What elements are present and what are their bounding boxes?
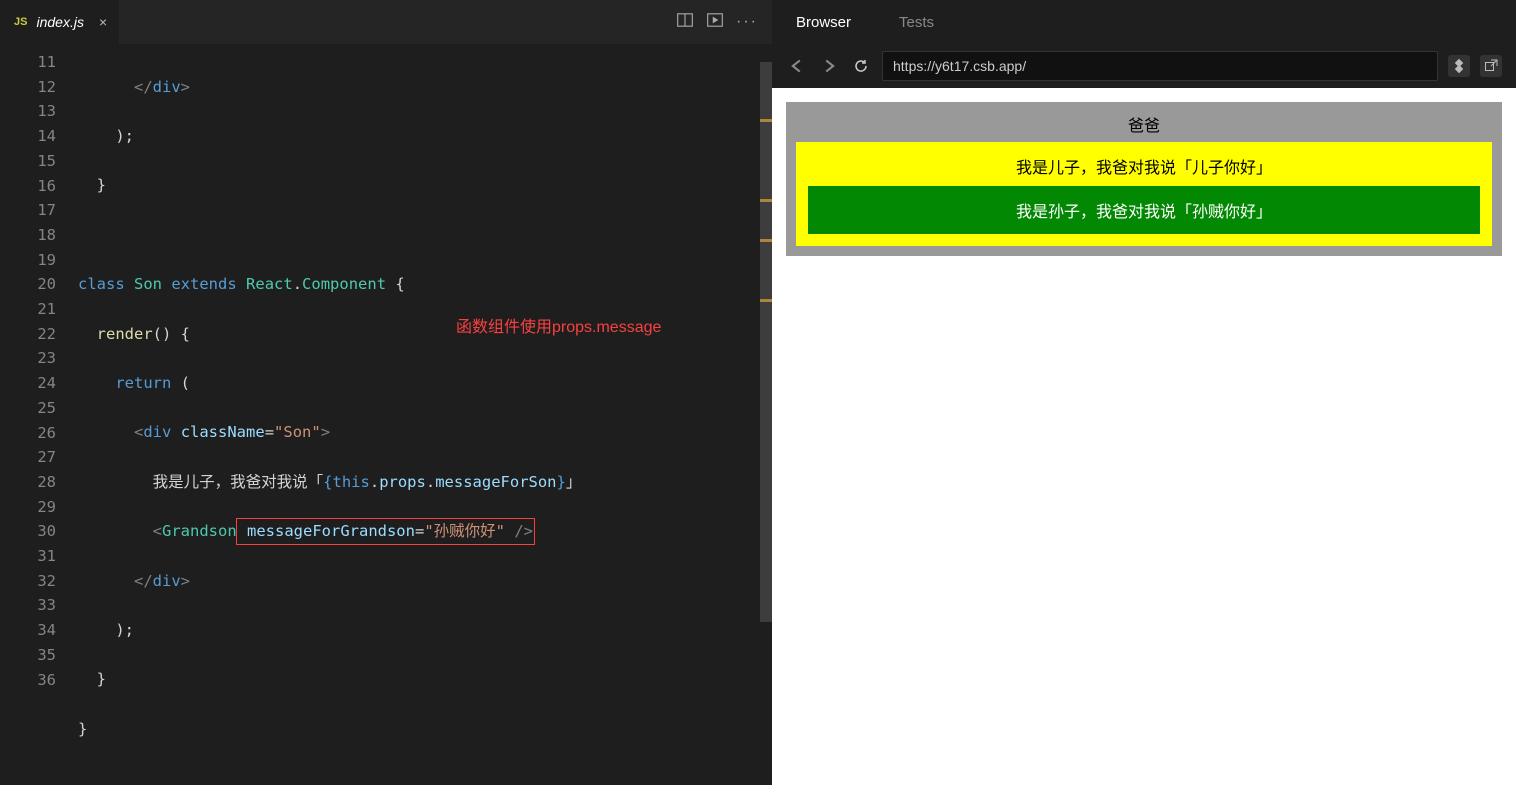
line-num: 11	[0, 50, 56, 75]
line-num: 12	[0, 75, 56, 100]
close-icon[interactable]: ×	[99, 14, 107, 30]
line-num: 26	[0, 421, 56, 446]
line-num: 25	[0, 396, 56, 421]
line-num: 14	[0, 124, 56, 149]
line-num: 19	[0, 248, 56, 273]
vertical-scrollbar[interactable]	[760, 44, 772, 785]
line-gutter: 11 12 13 14 15 16 17 18 19 20 21 22 23 2…	[0, 50, 78, 785]
line-num: 13	[0, 99, 56, 124]
line-num: 31	[0, 544, 56, 569]
son-box: 我是儿子，我爸对我说「儿子你好」 我是孙子，我爸对我说「孙贼你好」	[796, 142, 1492, 246]
line-num: 29	[0, 495, 56, 520]
annotation-text: 函数组件使用props.message	[456, 316, 661, 341]
line-num: 18	[0, 223, 56, 248]
url-text: https://y6t17.csb.app/	[893, 58, 1026, 74]
line-num: 32	[0, 569, 56, 594]
tab-tests[interactable]: Tests	[899, 14, 934, 31]
line-num: 23	[0, 346, 56, 371]
forward-icon[interactable]	[818, 55, 840, 77]
grandson-label: 我是孙子，我爸对我说「孙贼你好」	[1016, 204, 1272, 221]
line-num: 16	[0, 174, 56, 199]
line-num: 35	[0, 643, 56, 668]
line-num: 15	[0, 149, 56, 174]
preview-pane: Browser Tests https://y6t17.csb.app/ 爸爸	[772, 0, 1516, 785]
line-num: 34	[0, 618, 56, 643]
grandson-box: 我是孙子，我爸对我说「孙贼你好」	[808, 186, 1480, 234]
split-editor-icon[interactable]	[676, 11, 694, 34]
son-label: 我是儿子，我爸对我说「儿子你好」	[808, 154, 1480, 186]
codesandbox-icon[interactable]	[1448, 55, 1470, 77]
line-num: 24	[0, 371, 56, 396]
tab-browser[interactable]: Browser	[796, 14, 851, 31]
browser-viewport[interactable]: 爸爸 我是儿子，我爸对我说「儿子你好」 我是孙子，我爸对我说「孙贼你好」	[772, 88, 1516, 785]
editor-pane: JS index.js × ··· 11 12 13 14 15 16 17 1…	[0, 0, 772, 785]
line-num: 33	[0, 593, 56, 618]
line-num: 22	[0, 322, 56, 347]
open-external-icon[interactable]	[1480, 55, 1502, 77]
run-preview-icon[interactable]	[706, 11, 724, 34]
editor-tabs-bar: JS index.js × ···	[0, 0, 772, 44]
line-num: 21	[0, 297, 56, 322]
code-body[interactable]: </div> ); } class Son extends React.Comp…	[78, 50, 772, 785]
preview-tabs: Browser Tests	[772, 0, 1516, 44]
code-editor[interactable]: 11 12 13 14 15 16 17 18 19 20 21 22 23 2…	[0, 44, 772, 785]
more-icon[interactable]: ···	[736, 13, 758, 31]
line-num: 20	[0, 272, 56, 297]
father-box: 爸爸 我是儿子，我爸对我说「儿子你好」 我是孙子，我爸对我说「孙贼你好」	[786, 102, 1502, 256]
back-icon[interactable]	[786, 55, 808, 77]
browser-toolbar: https://y6t17.csb.app/	[772, 44, 1516, 88]
tab-index-js[interactable]: JS index.js ×	[0, 0, 119, 44]
highlight-box: messageForGrandson="孙贼你好" />	[236, 518, 535, 545]
tab-label: index.js	[36, 14, 83, 30]
line-num: 30	[0, 519, 56, 544]
line-num: 36	[0, 668, 56, 693]
editor-actions: ···	[662, 0, 772, 44]
address-bar[interactable]: https://y6t17.csb.app/	[882, 51, 1438, 81]
line-num: 17	[0, 198, 56, 223]
father-label: 爸爸	[796, 112, 1492, 142]
line-num: 28	[0, 470, 56, 495]
js-file-icon: JS	[12, 15, 29, 29]
reload-icon[interactable]	[850, 55, 872, 77]
line-num: 27	[0, 445, 56, 470]
